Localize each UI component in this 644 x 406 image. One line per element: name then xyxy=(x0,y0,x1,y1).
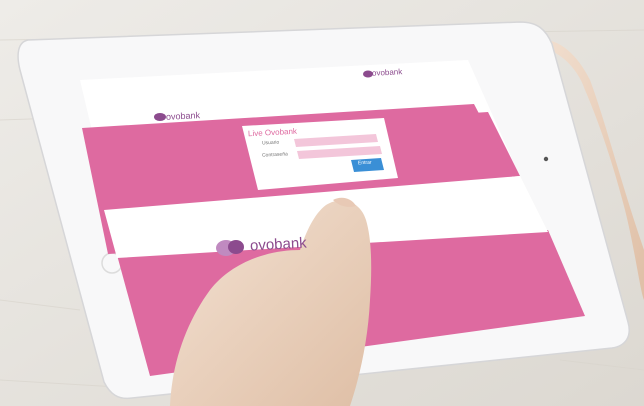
username-label: Usuario xyxy=(261,139,280,147)
header-logo-right: ovobank xyxy=(371,67,403,78)
header-logo-mark xyxy=(154,113,166,121)
login-button-label[interactable]: Entrar xyxy=(358,160,372,167)
footer-logo-mark-2 xyxy=(228,240,244,254)
header-logo-left: ovobank xyxy=(165,110,201,122)
tablet-photo xyxy=(0,0,644,406)
front-camera xyxy=(543,156,549,162)
footer-logo: ovobank xyxy=(249,234,308,255)
